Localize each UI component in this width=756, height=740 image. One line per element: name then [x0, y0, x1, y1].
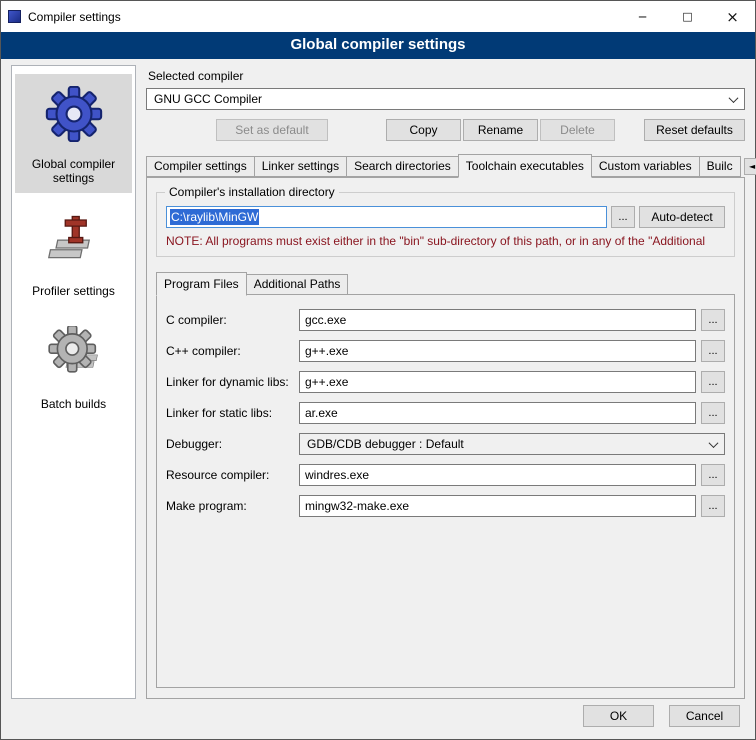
static-linker-input[interactable]: [299, 402, 696, 424]
resource-compiler-input[interactable]: [299, 464, 696, 486]
cpp-compiler-input[interactable]: [299, 340, 696, 362]
make-program-browse-button[interactable]: ...: [701, 495, 725, 517]
cpp-compiler-row: C++ compiler: ...: [166, 340, 725, 362]
sidebar-item-profiler-settings[interactable]: Profiler settings: [15, 201, 132, 306]
tab-scroll-arrows: ◄ ►: [740, 158, 756, 177]
c-compiler-input[interactable]: [299, 309, 696, 331]
installation-path-row: C:\raylib\MinGW ... Auto-detect: [166, 206, 725, 228]
sidebar-item-label: Batch builds: [17, 397, 130, 411]
debugger-value: GDB/CDB debugger : Default: [307, 437, 464, 451]
resource-compiler-row: Resource compiler: ...: [166, 464, 725, 486]
chevron-down-icon: [709, 438, 719, 448]
delete-button[interactable]: Delete: [540, 119, 615, 141]
compiler-settings-window: Compiler settings ─ □ × Global compiler …: [0, 0, 756, 740]
subtab-additional-paths[interactable]: Additional Paths: [246, 274, 349, 295]
copy-button[interactable]: Copy: [386, 119, 461, 141]
static-linker-browse-button[interactable]: ...: [701, 402, 725, 424]
static-linker-row: Linker for static libs: ...: [166, 402, 725, 424]
installation-directory-group: Compiler's installation directory C:\ray…: [156, 192, 735, 257]
dynamic-linker-row: Linker for dynamic libs: ...: [166, 371, 725, 393]
maximize-button[interactable]: □: [665, 1, 710, 32]
tab-custom-variables[interactable]: Custom variables: [591, 156, 700, 177]
debugger-row: Debugger: GDB/CDB debugger : Default: [166, 433, 725, 455]
set-as-default-button[interactable]: Set as default: [216, 119, 328, 141]
dialog-footer: OK Cancel: [1, 699, 755, 739]
main-panel: Selected compiler GNU GCC Compiler Set a…: [146, 65, 745, 699]
c-compiler-browse-button[interactable]: ...: [701, 309, 725, 331]
compiler-buttons-row: Set as default Copy Rename Delete Reset …: [146, 119, 745, 141]
toolchain-executables-panel: Compiler's installation directory C:\ray…: [146, 177, 745, 699]
installation-directory-group-title: Compiler's installation directory: [165, 185, 339, 199]
tab-scroll-left-button[interactable]: ◄: [744, 158, 756, 175]
batch-builds-icon: [17, 324, 130, 384]
selected-compiler-label: Selected compiler: [148, 69, 745, 83]
dynamic-linker-browse-button[interactable]: ...: [701, 371, 725, 393]
dynamic-linker-label: Linker for dynamic libs:: [166, 375, 294, 389]
cancel-button[interactable]: Cancel: [669, 705, 740, 727]
subtabstrip: Program Files Additional Paths: [156, 271, 735, 295]
window-title: Compiler settings: [28, 10, 620, 24]
installation-directory-value: C:\raylib\MinGW: [170, 209, 259, 225]
reset-defaults-button[interactable]: Reset defaults: [644, 119, 745, 141]
subtab-program-files[interactable]: Program Files: [156, 272, 247, 296]
dialog-body: Global compiler settings: [1, 59, 755, 699]
make-program-row: Make program: ...: [166, 495, 725, 517]
minimize-button[interactable]: ─: [620, 1, 665, 32]
close-button[interactable]: ×: [710, 1, 755, 32]
tab-toolchain-executables[interactable]: Toolchain executables: [458, 154, 592, 178]
tab-linker-settings[interactable]: Linker settings: [254, 156, 347, 177]
profiler-icon: [17, 211, 130, 271]
sidebar: Global compiler settings: [11, 65, 136, 699]
make-program-input[interactable]: [299, 495, 696, 517]
c-compiler-row: C compiler: ...: [166, 309, 725, 331]
ok-button[interactable]: OK: [583, 705, 654, 727]
installation-directory-input[interactable]: C:\raylib\MinGW: [166, 206, 607, 228]
dynamic-linker-input[interactable]: [299, 371, 696, 393]
selected-compiler-dropdown[interactable]: GNU GCC Compiler: [146, 88, 745, 110]
chevron-down-icon: [729, 93, 739, 103]
sidebar-item-batch-builds[interactable]: Batch builds: [15, 314, 132, 419]
tab-compiler-settings[interactable]: Compiler settings: [146, 156, 255, 177]
sidebar-item-label: Profiler settings: [17, 284, 130, 298]
rename-button[interactable]: Rename: [463, 119, 538, 141]
banner-title: Global compiler settings: [1, 32, 755, 59]
sidebar-item-label: Global compiler settings: [17, 157, 130, 185]
cpp-compiler-browse-button[interactable]: ...: [701, 340, 725, 362]
auto-detect-button[interactable]: Auto-detect: [639, 206, 725, 228]
tab-search-directories[interactable]: Search directories: [346, 156, 459, 177]
debugger-label: Debugger:: [166, 437, 294, 451]
resource-compiler-label: Resource compiler:: [166, 468, 294, 482]
installation-note: NOTE: All programs must exist either in …: [166, 234, 725, 248]
program-files-panel: C compiler: ... C++ compiler: ... Linker…: [156, 294, 735, 688]
selected-compiler-value: GNU GCC Compiler: [154, 92, 262, 106]
cpp-compiler-label: C++ compiler:: [166, 344, 294, 358]
tab-build-options-clipped[interactable]: Builc: [699, 156, 741, 177]
resource-compiler-browse-button[interactable]: ...: [701, 464, 725, 486]
gear-icon: [17, 84, 130, 144]
app-icon: [8, 10, 21, 23]
titlebar: Compiler settings ─ □ ×: [1, 1, 755, 32]
main-tabstrip: Compiler settings Linker settings Search…: [146, 153, 745, 177]
make-program-label: Make program:: [166, 499, 294, 513]
static-linker-label: Linker for static libs:: [166, 406, 294, 420]
window-controls: ─ □ ×: [620, 1, 755, 32]
sidebar-item-global-compiler-settings[interactable]: Global compiler settings: [15, 74, 132, 193]
c-compiler-label: C compiler:: [166, 313, 294, 327]
installation-directory-browse-button[interactable]: ...: [611, 206, 635, 228]
debugger-dropdown[interactable]: GDB/CDB debugger : Default: [299, 433, 725, 455]
